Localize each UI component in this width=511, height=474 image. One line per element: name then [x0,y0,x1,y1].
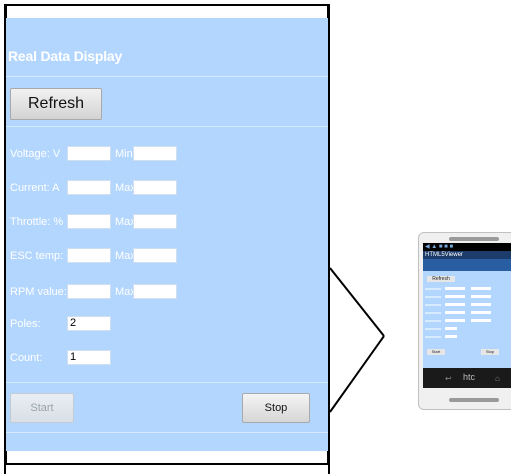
frame-top-edge [4,4,330,18]
callout-lines [329,267,385,413]
frame-bottom-edge [4,451,330,465]
callout-line-lower [329,335,385,413]
callout-line-upper [329,267,385,337]
